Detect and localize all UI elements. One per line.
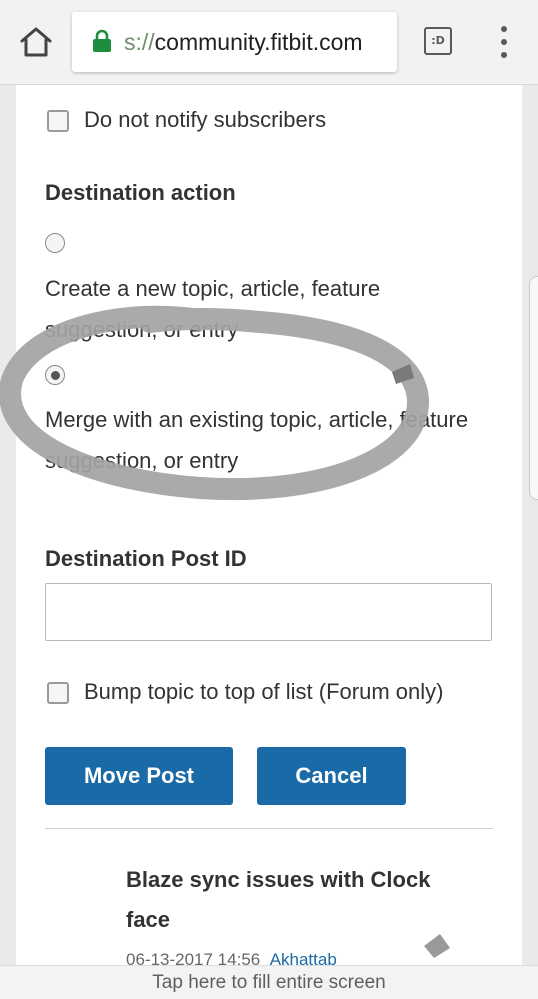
- destination-action-heading: Destination action: [45, 180, 236, 205]
- edge-panel-handle[interactable]: [529, 276, 538, 500]
- notify-checkbox-label: Do not notify subscribers: [84, 107, 327, 132]
- tab-switcher-icon[interactable]: :D: [424, 27, 452, 55]
- destination-post-id-label: Destination Post ID: [45, 546, 247, 571]
- post-title[interactable]: Blaze sync issues with Clock face: [126, 860, 456, 940]
- radio-merge-existing-label: Merge with an existing topic, article, f…: [45, 407, 469, 473]
- radio-create-new-label: Create a new topic, article, feature sug…: [45, 276, 381, 342]
- bump-topic-checkbox[interactable]: [47, 682, 69, 704]
- radio-merge-existing[interactable]: [45, 365, 65, 385]
- radio-create-new[interactable]: [45, 233, 65, 253]
- bump-topic-checkbox-label: Bump topic to top of list (Forum only): [84, 679, 444, 704]
- more-vert-icon[interactable]: [494, 26, 514, 58]
- url-text: s://community.fitbit.com: [124, 29, 363, 56]
- address-bar[interactable]: s://community.fitbit.com: [72, 12, 397, 72]
- url-scheme: s://: [124, 29, 155, 55]
- url-domain: community.fitbit.com: [154, 29, 363, 55]
- notify-checkbox[interactable]: [47, 110, 69, 132]
- cancel-button[interactable]: Cancel: [257, 747, 406, 805]
- content-card: [16, 85, 522, 965]
- fill-screen-banner[interactable]: Tap here to fill entire screen: [0, 965, 538, 999]
- move-post-button[interactable]: Move Post: [45, 747, 233, 805]
- lock-icon: [92, 29, 112, 53]
- destination-post-id-input[interactable]: [45, 583, 492, 641]
- browser-toolbar: s://community.fitbit.com :D: [0, 0, 538, 85]
- home-icon[interactable]: [18, 24, 54, 60]
- section-divider: [45, 828, 493, 829]
- radio-selected-dot: [50, 370, 60, 380]
